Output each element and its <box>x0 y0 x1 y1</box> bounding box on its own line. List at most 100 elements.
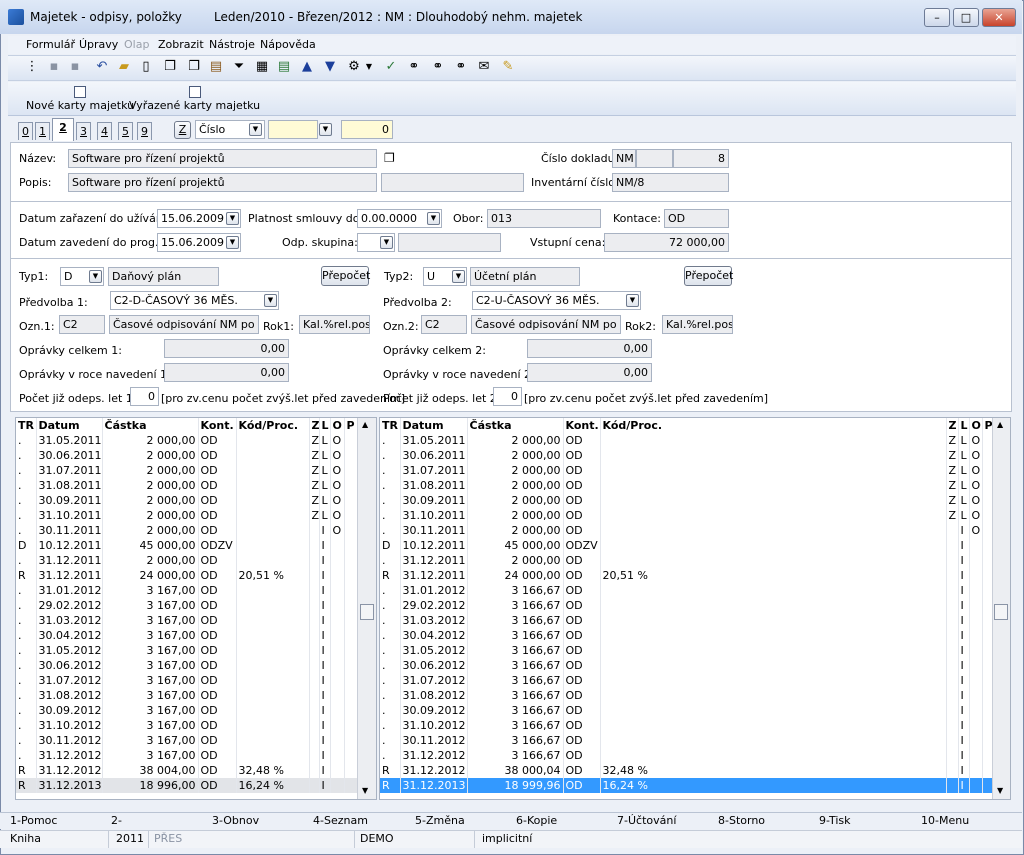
tab-2[interactable]: 2 <box>52 118 74 141</box>
column-header[interactable]: Kód/Proc. <box>600 418 947 433</box>
tab-3[interactable]: 3 <box>76 122 91 140</box>
scroll-up-icon[interactable]: ▲ <box>362 420 368 429</box>
fkey-7[interactable]: 7-Účtování <box>617 814 676 827</box>
table-row[interactable]: . 30.06.2012 3 167,00 OD I <box>16 658 358 673</box>
menu-upravy[interactable]: Úpravy <box>79 38 118 51</box>
column-header[interactable]: P <box>982 418 993 433</box>
column-header[interactable]: Částka <box>467 418 564 433</box>
rok1-field[interactable]: Kal.%rel.pos <box>299 315 370 334</box>
fkey-9[interactable]: 9-Tisk <box>819 814 851 827</box>
notes-icon[interactable]: ✎ <box>500 59 516 75</box>
table-row[interactable]: . 31.01.2012 3 167,00 OD I <box>16 583 358 598</box>
table-row[interactable]: . 31.07.2011 2 000,00 OD Z L O <box>16 463 358 478</box>
table-row[interactable]: . 30.04.2012 3 166,67 OD I <box>380 628 993 643</box>
table-row[interactable]: . 31.12.2012 3 167,00 OD I <box>16 748 358 763</box>
rok2-field[interactable]: Kal.%rel.pos <box>662 315 733 334</box>
typ2-dropdown[interactable]: ▼ <box>452 270 465 283</box>
tab-4[interactable]: 4 <box>97 122 112 140</box>
sort-field-dropdown[interactable]: ▼ <box>249 123 262 136</box>
table-row[interactable]: . 31.12.2011 2 000,00 OD I <box>16 553 358 568</box>
fkey-8[interactable]: 8-Storno <box>718 814 765 827</box>
tree-icon[interactable]: ⋮ <box>24 59 40 75</box>
table-row[interactable]: . 31.08.2012 3 166,67 OD I <box>380 688 993 703</box>
predvolba2-dropdown[interactable]: ▼ <box>626 294 639 307</box>
search-input[interactable] <box>268 120 318 139</box>
z-button[interactable]: Z <box>174 121 191 139</box>
binoculars-next-icon[interactable]: ⚭ <box>430 59 446 75</box>
table-row[interactable]: . 31.12.2011 2 000,00 OD I <box>380 553 993 568</box>
undo-icon[interactable]: ↶ <box>94 59 110 75</box>
opravky-roce2-field[interactable]: 0,00 <box>527 363 652 382</box>
column-header[interactable]: Částka <box>102 418 199 433</box>
table-row[interactable]: . 31.03.2012 3 167,00 OD I <box>16 613 358 628</box>
table-row[interactable]: R 31.12.2012 38 000,04 OD 32,48 % I <box>380 763 993 778</box>
table-row[interactable]: D 10.12.2011 45 000,00 ODZV I <box>380 538 993 553</box>
column-header[interactable]: O <box>330 418 345 433</box>
prepocet1-button[interactable]: Přepočet <box>321 266 370 286</box>
column-header[interactable]: L <box>958 418 970 433</box>
table-row[interactable]: R 31.12.2013 18 999,96 OD 16,24 % I <box>380 778 993 793</box>
books-icon[interactable]: ▤ <box>276 59 292 75</box>
table-row[interactable]: . 30.06.2012 3 166,67 OD I <box>380 658 993 673</box>
maximize-button[interactable]: □ <box>953 8 979 27</box>
column-header[interactable]: P <box>344 418 358 433</box>
column-header[interactable]: Z <box>309 418 320 433</box>
right-scroll-thumb[interactable] <box>994 604 1008 620</box>
copy-icon[interactable]: ❐ <box>162 59 178 75</box>
binoculars-prev-icon[interactable]: ⚭ <box>453 59 469 75</box>
scroll-down-icon[interactable]: ▼ <box>997 786 1003 795</box>
table-row[interactable]: R 31.12.2013 18 996,00 OD 16,24 % I <box>16 778 358 793</box>
fkey-2[interactable]: 2- <box>111 814 122 827</box>
table-row[interactable]: . 31.05.2011 2 000,00 OD Z L O <box>380 433 993 448</box>
fkey-4[interactable]: 4-Seznam <box>313 814 368 827</box>
table-row[interactable]: . 31.03.2012 3 166,67 OD I <box>380 613 993 628</box>
table-row[interactable]: R 31.12.2011 24 000,00 OD 20,51 % I <box>16 568 358 583</box>
fkey-10[interactable]: 10-Menu <box>921 814 969 827</box>
table-row[interactable]: . 31.10.2012 3 167,00 OD I <box>16 718 358 733</box>
table-row[interactable]: D 10.12.2011 45 000,00 ODZV I <box>16 538 358 553</box>
left-scroll-thumb[interactable] <box>360 604 374 620</box>
prepocet2-button[interactable]: Přepočet <box>684 266 733 286</box>
opravky-celkem2-field[interactable]: 0,00 <box>527 339 652 358</box>
table-row[interactable]: . 30.04.2012 3 167,00 OD I <box>16 628 358 643</box>
table-row[interactable]: . 31.07.2012 3 166,67 OD I <box>380 673 993 688</box>
dropdown-arrow-icon[interactable]: ▼ <box>364 59 374 75</box>
nazev-field[interactable]: Software pro řízení projektů <box>68 149 377 168</box>
paste-icon[interactable]: ❐ <box>186 59 202 75</box>
zavedeni-dropdown[interactable]: ▼ <box>226 236 239 249</box>
table-row[interactable]: . 30.11.2012 3 166,67 OD I <box>380 733 993 748</box>
find-icon[interactable]: ✓ <box>383 59 399 75</box>
platnost-dropdown[interactable]: ▼ <box>427 212 440 225</box>
table-row[interactable]: . 30.11.2011 2 000,00 OD I O <box>380 523 993 538</box>
open-folder-icon[interactable]: ▰ <box>116 59 132 75</box>
table-row[interactable]: . 31.10.2011 2 000,00 OD Z L O <box>380 508 993 523</box>
popis-extra-field[interactable] <box>381 173 524 192</box>
new-assets-button[interactable]: Nové karty majetku <box>26 86 134 112</box>
kontace-field[interactable]: OD <box>664 209 729 228</box>
table-row[interactable]: . 31.07.2012 3 167,00 OD I <box>16 673 358 688</box>
new-document-icon[interactable]: ▯ <box>138 59 154 75</box>
table-row[interactable]: . 29.02.2012 3 167,00 OD I <box>16 598 358 613</box>
table-row[interactable]: . 31.08.2011 2 000,00 OD Z L O <box>16 478 358 493</box>
table-row[interactable]: . 31.07.2011 2 000,00 OD Z L O <box>380 463 993 478</box>
filter-icon[interactable]: ⏷ <box>231 59 247 75</box>
odp-skupina-dropdown[interactable]: ▼ <box>380 236 393 249</box>
menu-napoveda[interactable]: Nápověda <box>260 38 316 51</box>
tab-1[interactable]: 1 <box>35 122 50 140</box>
column-header[interactable]: Kód/Proc. <box>236 418 310 433</box>
mail-icon[interactable]: ✉ <box>476 59 492 75</box>
menu-formular[interactable]: Formulář <box>26 38 75 51</box>
menu-olap[interactable]: Olap <box>124 38 149 51</box>
column-header[interactable]: L <box>319 418 331 433</box>
fkey-6[interactable]: 6-Kopie <box>516 814 557 827</box>
column-header[interactable]: TR <box>16 418 37 433</box>
predvolba1-field[interactable]: C2-D-ČASOVÝ 36 MĚS. <box>110 291 279 310</box>
column-header[interactable]: Z <box>946 418 959 433</box>
list-filter-icon[interactable]: ▦ <box>254 59 270 75</box>
settings-dropdown-icon[interactable]: ⚙ <box>346 59 362 75</box>
retired-assets-button[interactable]: Vyřazené karty majetku <box>129 86 260 112</box>
arrow-down-icon[interactable]: ▼ <box>322 59 338 75</box>
binoculars-icon[interactable]: ⚭ <box>406 59 422 75</box>
table-row[interactable]: . 31.08.2011 2 000,00 OD Z L O <box>380 478 993 493</box>
table-row[interactable]: . 30.09.2012 3 167,00 OD I <box>16 703 358 718</box>
